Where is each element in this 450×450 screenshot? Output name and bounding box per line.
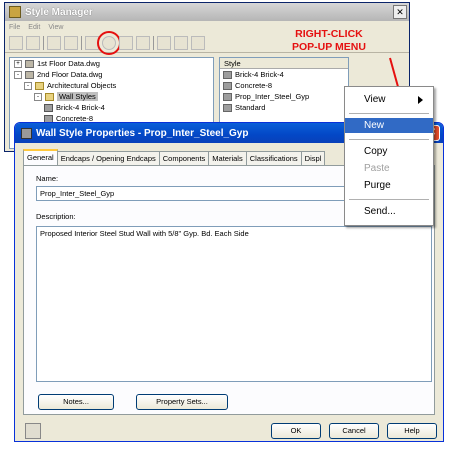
- close-icon[interactable]: ✕: [393, 5, 407, 19]
- menu-item-send[interactable]: Send...: [345, 204, 433, 219]
- expand-icon[interactable]: +: [14, 59, 22, 68]
- annotation-line-1: RIGHT-CLICK: [295, 28, 363, 40]
- collapse-icon[interactable]: -: [24, 81, 32, 90]
- property-sets-button[interactable]: Property Sets...: [136, 394, 228, 410]
- copy-icon[interactable]: [47, 35, 61, 50]
- collapse-icon[interactable]: -: [34, 92, 42, 101]
- annotation-label: RIGHT-CLICK POP-UP MENU: [292, 28, 366, 54]
- folder-icon: [45, 92, 54, 101]
- style-browser-icon[interactable]: [25, 423, 41, 439]
- style-list-item-label: Prop_Inter_Steel_Gyp: [235, 92, 310, 101]
- cancel-button[interactable]: Cancel: [329, 423, 379, 439]
- toolbar-separator: [153, 35, 154, 50]
- tree-item[interactable]: - 2nd Floor Data.dwg: [10, 69, 213, 80]
- name-label: Name:: [36, 174, 59, 183]
- tree-item-label: Wall Styles: [57, 92, 98, 101]
- tree-item-label: Brick-4 Brick-4: [56, 103, 105, 112]
- description-label: Description:: [36, 212, 76, 221]
- set-from-icon[interactable]: [136, 35, 150, 50]
- new-style-icon[interactable]: [97, 30, 121, 55]
- menu-item-new[interactable]: New: [345, 118, 433, 133]
- wall-style-icon: [223, 70, 232, 79]
- dialog-app-icon: [21, 127, 32, 139]
- open-drawing-icon[interactable]: [9, 35, 23, 50]
- description-field[interactable]: Proposed Interior Steel Stud Wall with 5…: [36, 226, 432, 382]
- tree-item-label: Architectural Objects: [47, 81, 117, 90]
- style-list-item[interactable]: Standard: [220, 102, 348, 113]
- help-button[interactable]: Help: [387, 423, 437, 439]
- style-list-item-label: Concrete-8: [235, 81, 273, 90]
- tab-endcaps[interactable]: Endcaps / Opening Endcaps: [56, 151, 160, 165]
- menu-item-purge[interactable]: Purge: [345, 178, 433, 193]
- style-list-item-label: Standard: [235, 103, 266, 112]
- tab-materials[interactable]: Materials: [208, 151, 247, 165]
- tree-item-label: 1st Floor Data.dwg: [37, 59, 100, 68]
- tree-item[interactable]: - Wall Styles: [10, 91, 213, 102]
- folder-icon: [35, 81, 44, 90]
- menu-separator: [349, 139, 429, 140]
- menu-edit[interactable]: Edit: [28, 24, 40, 31]
- drawing-icon: [25, 70, 34, 79]
- wall-style-icon: [223, 92, 232, 101]
- drawing-icon: [25, 59, 34, 68]
- tab-display[interactable]: Displ: [300, 151, 326, 165]
- paste-icon[interactable]: [64, 35, 78, 50]
- menu-item-paste[interactable]: Paste: [345, 161, 433, 176]
- tree-item[interactable]: - Architectural Objects: [10, 80, 213, 91]
- submenu-arrow-icon: [418, 96, 423, 104]
- style-list-header[interactable]: Style: [220, 58, 348, 69]
- style-list-item[interactable]: Brick-4 Brick-4: [220, 69, 348, 80]
- wall-style-icon: [44, 103, 53, 112]
- filter-icon[interactable]: [174, 35, 188, 50]
- context-menu: View New Copy Paste Purge Send...: [344, 86, 434, 226]
- dialog-title: Wall Style Properties - Prop_Inter_Steel…: [36, 127, 249, 139]
- edit-style-icon[interactable]: [85, 35, 99, 50]
- notes-button[interactable]: Notes...: [38, 394, 114, 410]
- view-mode-icon[interactable]: [191, 35, 205, 50]
- style-manager-app-icon: [9, 6, 21, 18]
- style-manager-title: Style Manager: [25, 6, 93, 18]
- menu-item-view[interactable]: View: [345, 92, 433, 107]
- style-list-item-label: Brick-4 Brick-4: [235, 70, 284, 79]
- ok-button[interactable]: OK: [271, 423, 321, 439]
- collapse-icon[interactable]: -: [14, 70, 22, 79]
- wall-style-icon: [223, 81, 232, 90]
- tab-components[interactable]: Components: [158, 151, 210, 165]
- toggle-view-icon[interactable]: [157, 35, 171, 50]
- dialog-tabs: General Endcaps / Opening Endcaps Compon…: [23, 149, 326, 165]
- tree-item[interactable]: Brick-4 Brick-4: [10, 102, 213, 113]
- style-list-item[interactable]: Concrete-8: [220, 80, 348, 91]
- menu-file[interactable]: File: [9, 24, 20, 31]
- tree-item[interactable]: +1st Floor Data.dwg: [10, 58, 213, 69]
- toolbar-separator: [81, 35, 82, 50]
- menu-view[interactable]: View: [48, 24, 63, 31]
- menu-item-copy[interactable]: Copy: [345, 144, 433, 159]
- tab-general[interactable]: General: [23, 149, 58, 165]
- tab-classifications[interactable]: Classifications: [245, 151, 302, 165]
- annotation-line-2: POP-UP MENU: [292, 41, 366, 53]
- menu-separator: [349, 113, 429, 114]
- purge-icon[interactable]: [119, 35, 133, 50]
- style-list-item[interactable]: Prop_Inter_Steel_Gyp: [220, 91, 348, 102]
- style-list-body: Brick-4 Brick-4 Concrete-8 Prop_Inter_Stee…: [220, 69, 348, 113]
- toolbar-separator: [43, 35, 44, 50]
- import-icon[interactable]: [26, 35, 40, 50]
- menu-separator: [349, 199, 429, 200]
- wall-style-icon: [223, 103, 232, 112]
- style-manager-titlebar[interactable]: Style Manager ✕: [5, 3, 409, 21]
- tree-item-label: 2nd Floor Data.dwg: [37, 70, 103, 79]
